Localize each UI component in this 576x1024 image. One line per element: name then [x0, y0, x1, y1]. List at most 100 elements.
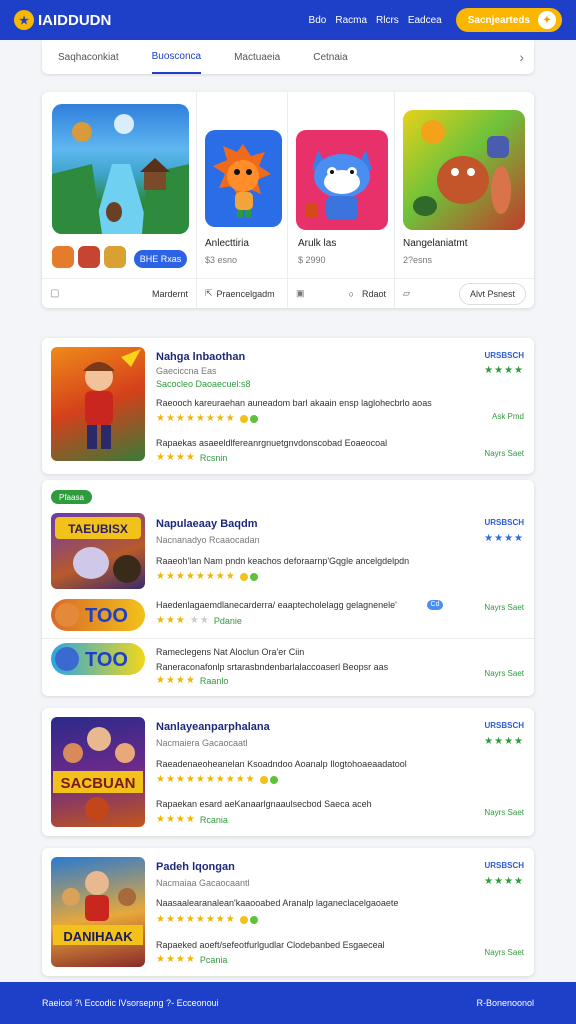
top-nav: Bdo Racma Rlcrs Eadcea — [309, 15, 442, 26]
game-card[interactable]: Nahga lnbaothan Gaeciccna Eas Sacocleo D… — [42, 338, 534, 474]
rating-stars: ★★★★ — [156, 452, 196, 463]
info-badge: Cd — [427, 600, 443, 610]
game-tag: URSBSCH — [484, 721, 524, 730]
status-dots — [239, 414, 258, 423]
rating-row: ★★★★★★★★ — [156, 413, 258, 424]
game-price: 2?esns — [403, 255, 433, 265]
signup-button[interactable]: Sacnjearteds ✦ — [455, 8, 562, 32]
game-title[interactable]: Padeh lqongan — [156, 861, 235, 873]
game-card[interactable]: SACBUAN Nanlayeanparphalana Nacmaiera Ga… — [42, 708, 534, 836]
game-title[interactable]: Nanlayeanparphalana — [156, 721, 270, 733]
game-link[interactable]: Nayrs Saet — [484, 670, 524, 678]
game-title[interactable]: Nahga lnbaothan — [156, 351, 245, 363]
game-footer-label[interactable]: Rdaot — [362, 289, 386, 299]
game-banner[interactable]: TOO — [51, 643, 145, 675]
footer-right-link[interactable]: R-Bonenoonol — [476, 998, 534, 1008]
hero-footer-label[interactable]: Mardernt — [152, 289, 188, 299]
game-footer: ▱ Alvt Psnest — [395, 278, 534, 308]
cover-text: TAEUBISX — [68, 522, 128, 536]
tab-2[interactable]: Mactuaeia — [234, 40, 280, 74]
game-category[interactable]: Rcsnin — [200, 453, 228, 463]
game-thumb[interactable] — [52, 246, 74, 268]
game-artwork — [403, 110, 525, 230]
featured-carousel: BHE Rxas ▢ Mardernt Anlecttiria $3 esno … — [42, 92, 534, 308]
avatar — [55, 603, 79, 627]
game-card[interactable]: DANIHAAK Padeh lqongan Nacmaiaa Gacaocaa… — [42, 848, 534, 976]
tab-1[interactable]: Buosconca — [151, 40, 202, 74]
nav-item[interactable]: Bdo — [309, 15, 327, 26]
game-name: Nangelaniatmt — [403, 238, 468, 249]
status-dots — [239, 915, 258, 924]
user-icon: ✦ — [538, 11, 556, 29]
rating-row: ★★★★ Pcania — [156, 954, 227, 965]
chevron-right-icon[interactable]: › — [519, 49, 524, 65]
game-meta: Sacocleo Daoaecuel:s8 — [156, 379, 251, 389]
featured-hero[interactable]: BHE Rxas ▢ Mardernt — [42, 92, 197, 308]
game-price: $3 esno — [205, 255, 238, 265]
game-name: Arulk las — [298, 238, 337, 249]
game-link[interactable]: Ask Pmd — [492, 413, 524, 421]
game-description: Naasaalearanalean'kaaooabed Aranalp laga… — [156, 898, 399, 908]
game-link[interactable]: Nayrs Saet — [484, 604, 524, 612]
footer-links[interactable]: Raeicoi ?\ Eccodic lVsorsepng ?- Ecceono… — [42, 998, 219, 1008]
hero-illustration — [52, 114, 189, 234]
rating-stars: ★★★★ — [156, 814, 196, 825]
game-footer-button[interactable]: Alvt Psnest — [458, 282, 526, 305]
tab-3[interactable]: Cetnaia — [313, 40, 347, 74]
nav-item[interactable]: Rlcrs — [376, 15, 399, 26]
nav-item[interactable]: Racma — [335, 15, 367, 26]
game-description: Rapaeked aoeft/sefeotfurlgudlar Clodeban… — [156, 940, 385, 950]
logo-text: IAIDDUDN — [38, 11, 112, 29]
game-thumb[interactable] — [78, 246, 100, 268]
game-description: Raeadenaeoheanelan Ksoadndoo Aoanalp Ilo… — [156, 759, 407, 769]
game-cover: SACBUAN — [51, 717, 145, 827]
game-description: Haedenlagaemdlanecarderra/ eaaptecholela… — [156, 600, 397, 610]
game-category[interactable]: Pcania — [200, 955, 228, 965]
game-category[interactable]: Raanlo — [200, 676, 229, 686]
game-footer-label[interactable]: Praencelgadm — [217, 289, 275, 299]
rating-stars: ★★★ — [156, 615, 186, 626]
game-link[interactable]: Nayrs Saet — [484, 809, 524, 817]
game-category[interactable]: Pdanie — [214, 616, 242, 626]
rating-row: ★★★ ★★ Pdanie — [156, 615, 242, 626]
game-thumb[interactable] — [104, 246, 126, 268]
score-stars: ★★★★ — [484, 533, 524, 544]
cover-text: DANIHAAK — [63, 929, 133, 944]
nav-item[interactable]: Eadcea — [408, 15, 442, 26]
game-footer: ⇱ Praencelgadm — [197, 278, 287, 308]
rating-stars-empty: ★★ — [189, 615, 210, 626]
banner-text: TOO — [85, 605, 128, 627]
footer: Raeicoi ?\ Eccodic lVsorsepng ?- Ecceono… — [0, 982, 576, 1024]
rating-row: ★★★★★★★★★★ — [156, 774, 278, 785]
rating-stars: ★★★★★★★★ — [156, 914, 236, 925]
game-link[interactable]: Nayrs Saet — [484, 949, 524, 957]
score-stars: ★★★★ — [484, 736, 524, 747]
rating-stars: ★★★★★★★★ — [156, 571, 236, 582]
featured-game[interactable]: Nangelaniatmt 2?esns ▱ Alvt Psnest — [395, 92, 534, 308]
divider — [42, 638, 534, 639]
featured-game[interactable]: Arulk las $ 2990 ▣ ○ Rdaot — [288, 92, 395, 308]
logo[interactable]: ★ IAIDDUDN — [14, 10, 111, 30]
score-stars: ★★★★ — [484, 876, 524, 887]
game-description: Rapaekan esard aeKanaarlgnaaulsecbod Sae… — [156, 799, 372, 809]
game-description: Rapaekas asaeeldlfereanrgnuetgnvdonscoba… — [156, 438, 388, 448]
hero-play-button[interactable]: BHE Rxas — [134, 250, 187, 268]
rating-row: ★★★★★★★★ — [156, 914, 258, 925]
game-category[interactable]: Rcania — [200, 815, 228, 825]
rating-row: ★★★★ Raanlo — [156, 675, 228, 686]
tab-0[interactable]: Saqhaconkiat — [58, 40, 119, 74]
game-description: Raneraconafonlp srtarasbndenbarlalaccoas… — [156, 662, 389, 672]
game-banner[interactable]: TOO — [51, 599, 145, 631]
featured-game[interactable]: Anlecttiria $3 esno ⇱ Praencelgadm — [197, 92, 288, 308]
game-cover — [51, 347, 145, 461]
game-subtitle: Gaeciccna Eas — [156, 366, 217, 376]
category-tabs: Saqhaconkiat Buosconca Mactuaeia Cetnaia… — [42, 40, 534, 74]
game-title[interactable]: Napulaeaay Baqdm — [156, 518, 257, 530]
game-card[interactable]: TAEUBISX Napulaeaay Baqdm Nacnanadyo Rca… — [42, 480, 534, 696]
comment-icon: ▱ — [403, 288, 410, 298]
rating-stars: ★★★★★★★★ — [156, 413, 236, 424]
cover-text: SACBUAN — [61, 775, 136, 792]
game-tag: URSBSCH — [484, 861, 524, 870]
game-link[interactable]: Nayrs Saet — [484, 450, 524, 458]
search-icon: ○ — [348, 288, 354, 299]
